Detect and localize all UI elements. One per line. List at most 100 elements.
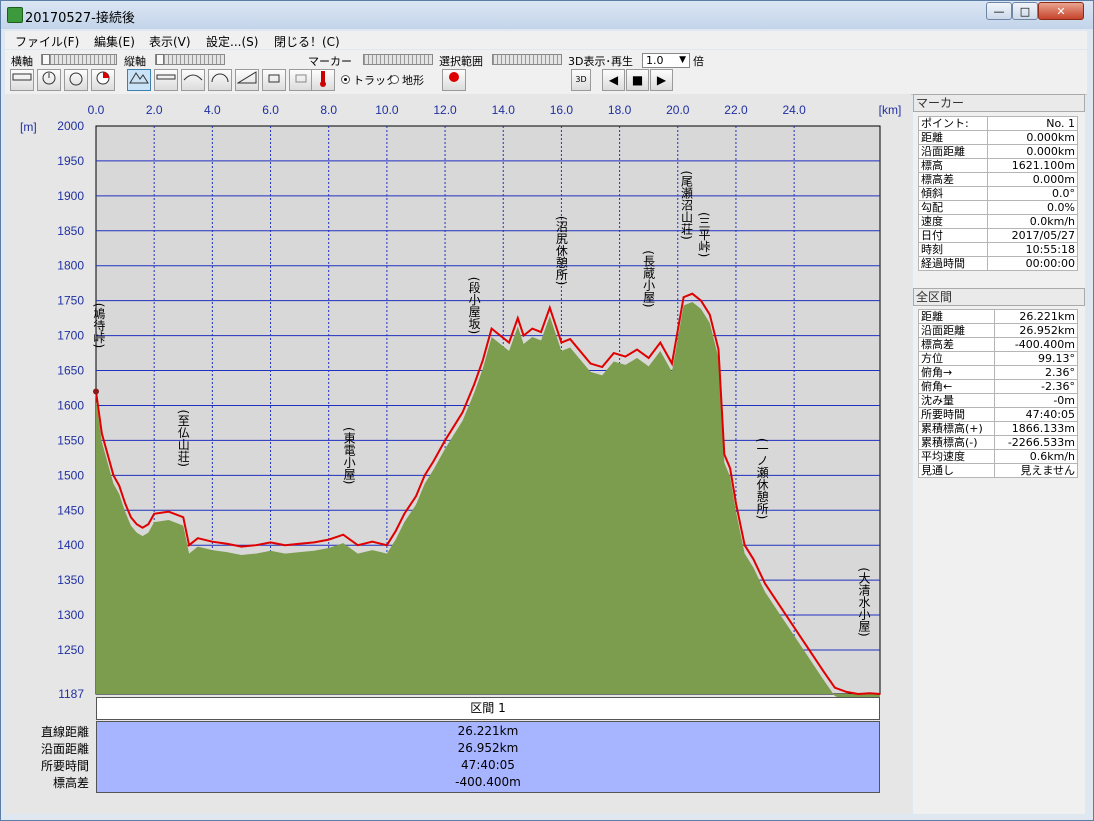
range-key: 平均速度 [917, 449, 996, 464]
track-point [106, 453, 109, 456]
range-row: 距離 26.221km [917, 309, 1078, 324]
waypoint-label: (尾瀬沼山荘) [680, 170, 694, 239]
x-tick-label: 24.0 [782, 103, 806, 117]
marker-row: 速度 0.0km/h [917, 214, 1078, 229]
segment-header[interactable]: 区間 1 [96, 697, 880, 720]
track-point [799, 635, 801, 637]
speed-value: 1.0 [646, 54, 664, 67]
view-3d-button[interactable]: 3D [571, 69, 591, 91]
marker-key: 速度 [917, 214, 989, 229]
marker-row: 時刻 10:55:18 [917, 242, 1078, 257]
elevation-chart[interactable]: 2000 1950 1900 1850 1800 1750 1700 1650 1600 1550… [5, 94, 911, 704]
track-point [371, 540, 374, 543]
segment-label-surface: 沿面距離 [40, 742, 89, 756]
marker-value: 0.0% [987, 200, 1078, 215]
terrain-radio[interactable] [390, 75, 399, 84]
marker-value: 0.000km [987, 144, 1078, 159]
waypoint-label: (沼尻休憩所) [554, 216, 568, 285]
v-mountain-button[interactable] [127, 69, 151, 91]
marker-row: 距離 0.000km [917, 130, 1078, 145]
stop-button[interactable]: ■ [626, 69, 649, 91]
track-point [452, 425, 455, 428]
marker-slider[interactable] [363, 54, 433, 65]
range-row: 俯角→ 2.36° [917, 365, 1078, 380]
range-value: 0.6km/h [994, 449, 1078, 464]
v-flat-button[interactable] [154, 69, 178, 91]
stopwatch-icon [69, 72, 83, 86]
track-point [147, 523, 150, 526]
menu-edit[interactable]: 編集(E) [94, 33, 135, 50]
track-point [394, 530, 397, 533]
range-key: 俯角→ [917, 365, 996, 380]
v-plug-button[interactable] [262, 69, 286, 91]
menu-view[interactable]: 表示(V) [149, 33, 191, 50]
segment-surface-distance: 26.952km [457, 741, 519, 755]
marker-value: 2017/05/27 [987, 228, 1078, 243]
range-row: 標高差 -400.400m [917, 337, 1078, 352]
marker-value: 0.000m [987, 172, 1078, 187]
v-axis-slider-knob[interactable] [156, 54, 164, 65]
title-bar: 20170527-接続後 — □ ✕ [1, 1, 1093, 29]
x-tick-label: 10.0 [375, 103, 399, 117]
v-plug2-button[interactable] [289, 69, 313, 91]
track-point [444, 439, 446, 442]
play-back-button[interactable]: ◀ [602, 69, 625, 91]
y-tick-label: 1187 [58, 687, 84, 701]
toolbar: 横軸 縦軸 マーカー 選択範囲 3D表示･再生 1.0 ▼ 倍 トラック 地形 3… [5, 50, 1087, 95]
track-point [743, 544, 746, 546]
play-forward-button[interactable]: ▶ [650, 69, 673, 91]
menu-file[interactable]: ファイル(F) [15, 33, 79, 50]
terrain-radio-label: 地形 [402, 74, 424, 87]
app-window: 20170527-接続後 — □ ✕ ファイル(F) 編集(E) 表示(V) 設… [0, 0, 1094, 821]
range-key: 沿面距離 [917, 323, 996, 338]
segment-straight-distance: 26.221km [457, 724, 519, 738]
h-stopwatch-button[interactable] [64, 69, 88, 91]
track-point [845, 691, 848, 693]
pie-icon [96, 71, 110, 85]
range-row: 所要時間 47:40:05 [917, 407, 1078, 422]
marker-value: No. 1 [987, 116, 1078, 131]
range-value: -2.36° [994, 379, 1078, 394]
y-tick-label: 1700 [57, 329, 84, 343]
speed-select[interactable]: 1.0 ▼ [642, 53, 690, 68]
stop-icon: ■ [631, 73, 644, 87]
minimize-button[interactable]: — [986, 2, 1012, 20]
track-point [342, 533, 345, 536]
range-key: 標高差 [917, 337, 996, 352]
h-pie-button[interactable] [91, 69, 115, 91]
v-axis-label: 縦軸 [124, 55, 146, 68]
play3d-label: 3D表示･再生 [568, 55, 633, 68]
range-slider[interactable] [492, 54, 562, 65]
h-time-button[interactable] [37, 69, 61, 91]
segment-duration: 47:40:05 [461, 758, 515, 772]
marker-value: 00:00:00 [987, 256, 1078, 271]
track-point [473, 383, 475, 386]
v-gauge-button[interactable] [208, 69, 232, 91]
range-select-button[interactable] [442, 69, 466, 91]
track-point [516, 317, 519, 319]
v-axis-slider[interactable] [155, 54, 225, 65]
menu-settings[interactable]: 設定...(S) [206, 33, 258, 50]
range-row: 方位 99.13° [917, 351, 1078, 366]
h-axis-slider[interactable] [41, 54, 117, 65]
track-point [569, 338, 571, 340]
marker-value: 0.000km [987, 130, 1078, 145]
track-radio[interactable] [341, 75, 350, 84]
x-tick-label: 14.0 [492, 103, 516, 117]
close-button[interactable]: ✕ [1038, 2, 1084, 20]
waypoint-label: (段小屋坂) [467, 277, 481, 334]
maximize-button[interactable]: □ [1012, 2, 1038, 20]
marker-button[interactable] [311, 69, 335, 91]
h-axis-slider-knob[interactable] [42, 54, 50, 65]
track-point [298, 542, 301, 545]
v-slope-button[interactable] [235, 69, 259, 91]
v-curve-button[interactable] [181, 69, 205, 91]
menu-close[interactable]: 閉じる！(C) [274, 33, 340, 50]
waypoint-label: (東電小屋) [342, 427, 356, 484]
track-point [636, 348, 638, 351]
y-unit-label: [m] [20, 120, 37, 134]
track-point [735, 502, 737, 505]
waypoint-label: (鳩待峠) [92, 303, 106, 348]
x-unit-label: [km] [879, 103, 902, 117]
h-scale-wide-button[interactable] [10, 69, 34, 91]
